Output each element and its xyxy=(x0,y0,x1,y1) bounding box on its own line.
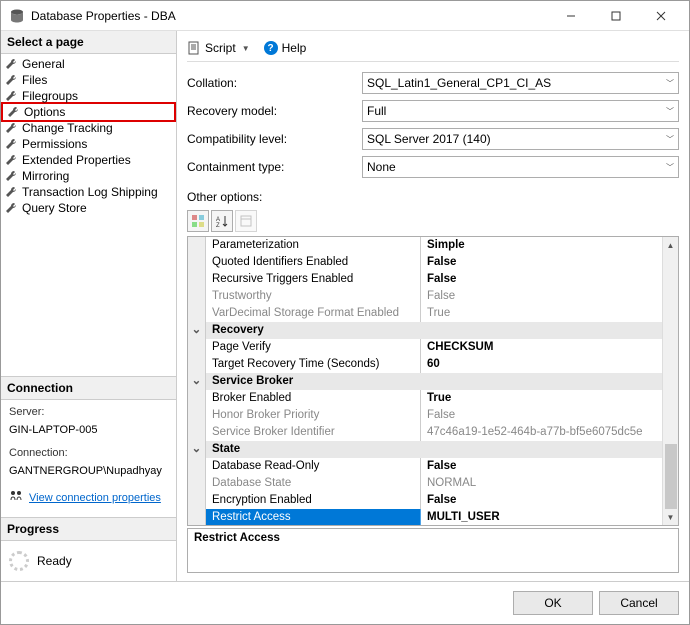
sidebar-item-options[interactable]: Options xyxy=(1,102,176,122)
containment-type-combo[interactable]: None﹀ xyxy=(362,156,679,178)
property-grid[interactable]: ParameterizationSimpleQuoted Identifiers… xyxy=(187,236,679,526)
sidebar-item-label: Transaction Log Shipping xyxy=(22,185,158,199)
property-pages-button[interactable] xyxy=(235,210,257,232)
chevron-down-icon: ﹀ xyxy=(666,78,674,89)
property-row[interactable]: Honor Broker PriorityFalse xyxy=(188,407,678,424)
property-row[interactable]: Page VerifyCHECKSUM xyxy=(188,339,678,356)
sidebar-item-label: Mirroring xyxy=(22,169,69,183)
property-row[interactable]: TrustworthyFalse xyxy=(188,288,678,305)
property-grid-scrollbar[interactable]: ▲ ▼ xyxy=(662,237,678,525)
property-row[interactable]: Database StateNORMAL xyxy=(188,475,678,492)
sidebar-item-extended-properties[interactable]: Extended Properties xyxy=(1,152,176,168)
sidebar-item-change-tracking[interactable]: Change Tracking xyxy=(1,120,176,136)
property-row[interactable]: Database Read-OnlyFalse xyxy=(188,458,678,475)
toolbar: Script ▼ ? Help xyxy=(187,37,679,62)
property-row[interactable]: Target Recovery Time (Seconds)60 xyxy=(188,356,678,373)
connection-properties-icon xyxy=(9,488,23,509)
property-row[interactable]: Restrict AccessMULTI_USER﹀ xyxy=(188,509,678,525)
minimize-button[interactable] xyxy=(548,1,593,30)
script-label: Script xyxy=(205,41,236,55)
collation-combo[interactable]: SQL_Latin1_General_CP1_CI_AS﹀ xyxy=(362,72,679,94)
chevron-down-icon: ﹀ xyxy=(666,162,674,173)
compat-level-combo[interactable]: SQL Server 2017 (140)﹀ xyxy=(362,128,679,150)
connection-info: Server: GIN-LAPTOP-005 Connection: GANTN… xyxy=(1,400,176,513)
script-dropdown-arrow[interactable]: ▼ xyxy=(240,44,252,53)
sidebar-item-label: Options xyxy=(24,105,65,119)
connection-label: Connection: xyxy=(9,445,168,463)
sidebar-item-permissions[interactable]: Permissions xyxy=(1,136,176,152)
sidebar-item-label: Filegroups xyxy=(22,89,78,103)
sidebar-item-transaction-log-shipping[interactable]: Transaction Log Shipping xyxy=(1,184,176,200)
svg-text:Z: Z xyxy=(216,223,220,228)
ok-button[interactable]: OK xyxy=(513,591,593,615)
property-row[interactable]: Broker EnabledTrue xyxy=(188,390,678,407)
connection-header: Connection xyxy=(1,377,176,400)
sidebar-item-files[interactable]: Files xyxy=(1,72,176,88)
page-list: General Files Filegroups Options Change Trac… xyxy=(1,54,176,249)
sidebar-item-label: Query Store xyxy=(22,201,87,215)
property-category[interactable]: ⌄Service Broker xyxy=(188,373,678,390)
sidebar-item-general[interactable]: General xyxy=(1,56,176,72)
script-button[interactable]: Script xyxy=(187,41,236,55)
property-row[interactable]: Quoted Identifiers EnabledFalse xyxy=(188,254,678,271)
scroll-up-arrow[interactable]: ▲ xyxy=(663,237,678,253)
property-category[interactable]: ⌄State xyxy=(188,441,678,458)
sidebar-item-label: Extended Properties xyxy=(22,153,131,167)
collation-label: Collation: xyxy=(187,76,362,90)
sidebar: Select a page General Files Filegroups Opti… xyxy=(1,31,177,581)
alphabetical-button[interactable]: AZ xyxy=(211,210,233,232)
server-value: GIN-LAPTOP-005 xyxy=(9,422,168,440)
select-page-header: Select a page xyxy=(1,31,176,54)
containment-type-label: Containment type: xyxy=(187,160,362,174)
dialog-footer: OK Cancel xyxy=(1,581,689,623)
sidebar-item-label: Files xyxy=(22,73,47,87)
chevron-down-icon: ﹀ xyxy=(666,134,674,145)
main-panel: Script ▼ ? Help Collation: SQL_Latin1_Ge… xyxy=(177,31,689,581)
property-row[interactable]: ParameterizationSimple xyxy=(188,237,678,254)
cancel-button[interactable]: Cancel xyxy=(599,591,679,615)
connection-value: GANTNERGROUP\Nupadhyay xyxy=(9,463,168,481)
description-title: Restrict Access xyxy=(194,532,672,544)
sidebar-item-mirroring[interactable]: Mirroring xyxy=(1,168,176,184)
description-pane: Restrict Access xyxy=(187,528,679,573)
server-label: Server: xyxy=(9,404,168,422)
property-row[interactable]: Encryption EnabledFalse xyxy=(188,492,678,509)
sidebar-item-label: Permissions xyxy=(22,137,87,151)
compat-level-label: Compatibility level: xyxy=(187,132,362,146)
app-icon xyxy=(9,8,25,24)
chevron-down-icon: ﹀ xyxy=(666,106,674,117)
title-bar: Database Properties - DBA xyxy=(1,1,689,31)
maximize-button[interactable] xyxy=(593,1,638,30)
other-options-label: Other options: xyxy=(187,188,679,208)
sidebar-item-label: General xyxy=(22,57,65,71)
progress-spinner-icon xyxy=(9,551,29,571)
window-title: Database Properties - DBA xyxy=(31,9,548,23)
property-category[interactable]: ⌄Recovery xyxy=(188,322,678,339)
scroll-down-arrow[interactable]: ▼ xyxy=(663,509,678,525)
property-row[interactable]: Recursive Triggers EnabledFalse xyxy=(188,271,678,288)
script-icon xyxy=(187,41,201,55)
categorized-button[interactable] xyxy=(187,210,209,232)
progress-status: Ready xyxy=(37,554,72,568)
property-row[interactable]: Service Broker Identifier47c46a19-1e52-4… xyxy=(188,424,678,441)
scroll-thumb[interactable] xyxy=(665,444,677,509)
help-button[interactable]: ? Help xyxy=(264,41,307,55)
sidebar-item-label: Change Tracking xyxy=(22,121,113,135)
view-connection-properties-link[interactable]: View connection properties xyxy=(29,490,161,508)
sidebar-item-query-store[interactable]: Query Store xyxy=(1,200,176,216)
recovery-model-combo[interactable]: Full﹀ xyxy=(362,100,679,122)
help-label: Help xyxy=(282,41,307,55)
progress-header: Progress xyxy=(1,518,176,541)
close-button[interactable] xyxy=(638,1,683,30)
recovery-model-label: Recovery model: xyxy=(187,104,362,118)
help-icon: ? xyxy=(264,41,278,55)
property-row[interactable]: VarDecimal Storage Format EnabledTrue xyxy=(188,305,678,322)
